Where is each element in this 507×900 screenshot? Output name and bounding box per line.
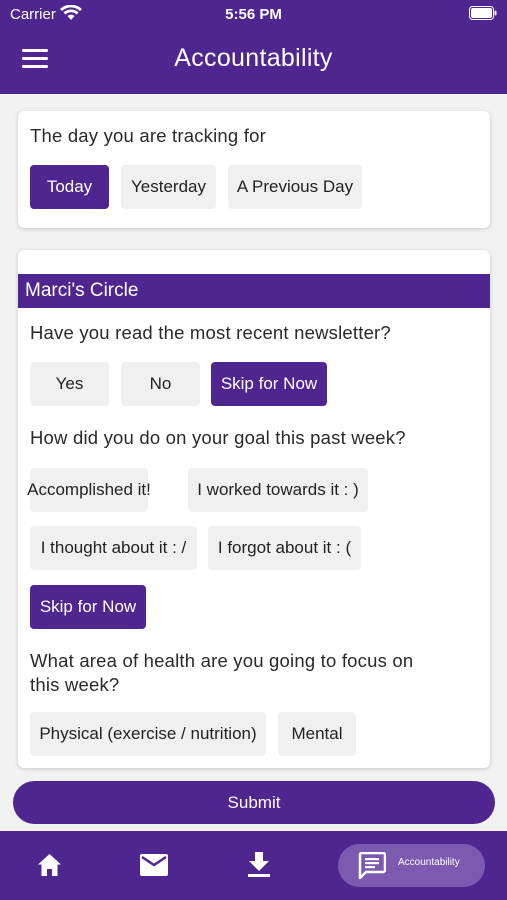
status-time: 5:56 PM	[225, 6, 282, 23]
health-focus-question-line1: What area of health are you going to foc…	[30, 650, 414, 671]
newsletter-no-button[interactable]: No	[121, 362, 200, 406]
circle-title: Marci's Circle	[18, 274, 490, 308]
physical-health-button[interactable]: Physical (exercise / nutrition)	[30, 712, 266, 756]
newsletter-skip-button[interactable]: Skip for Now	[211, 362, 327, 406]
goal-skip-button[interactable]: Skip for Now	[30, 585, 146, 629]
goal-forgot-about-button[interactable]: I forgot about it : (	[208, 526, 361, 570]
header: Carrier 5:56 PM Accountability	[0, 0, 507, 94]
tab-bar: Accountability	[0, 831, 507, 900]
goal-accomplished-button[interactable]: Accomplished it!	[27, 468, 151, 512]
page-title: Accountability	[174, 44, 333, 72]
newsletter-question: Have you read the most recent newsletter…	[30, 322, 391, 343]
download-icon[interactable]	[247, 852, 271, 878]
tab-accountability-label: Accountability	[398, 857, 460, 868]
tracking-day-card: The day you are tracking for Today Yeste…	[18, 111, 490, 228]
today-button[interactable]: Today	[30, 165, 109, 209]
status-bar: Carrier 5:56 PM	[0, 0, 507, 30]
battery-icon	[469, 6, 497, 20]
submit-button[interactable]: Submit	[13, 781, 495, 824]
goal-thought-about-button[interactable]: I thought about it : /	[30, 526, 197, 570]
mail-icon[interactable]	[140, 854, 168, 876]
circle-card: Marci's Circle Have you read the most re…	[18, 250, 490, 768]
goal-question: How did you do on your goal this past we…	[30, 427, 406, 448]
mental-health-button[interactable]: Mental	[278, 712, 356, 756]
goal-worked-towards-button[interactable]: I worked towards it : )	[188, 468, 368, 512]
tracking-day-question: The day you are tracking for	[30, 125, 266, 146]
health-focus-question: What area of health are you going to foc…	[30, 649, 413, 697]
home-icon[interactable]	[37, 853, 62, 877]
health-focus-question-line2: this week?	[30, 674, 120, 695]
previous-day-button[interactable]: A Previous Day	[228, 165, 362, 209]
newsletter-yes-button[interactable]: Yes	[30, 362, 109, 406]
chat-icon[interactable]	[358, 852, 386, 879]
yesterday-button[interactable]: Yesterday	[121, 165, 216, 209]
